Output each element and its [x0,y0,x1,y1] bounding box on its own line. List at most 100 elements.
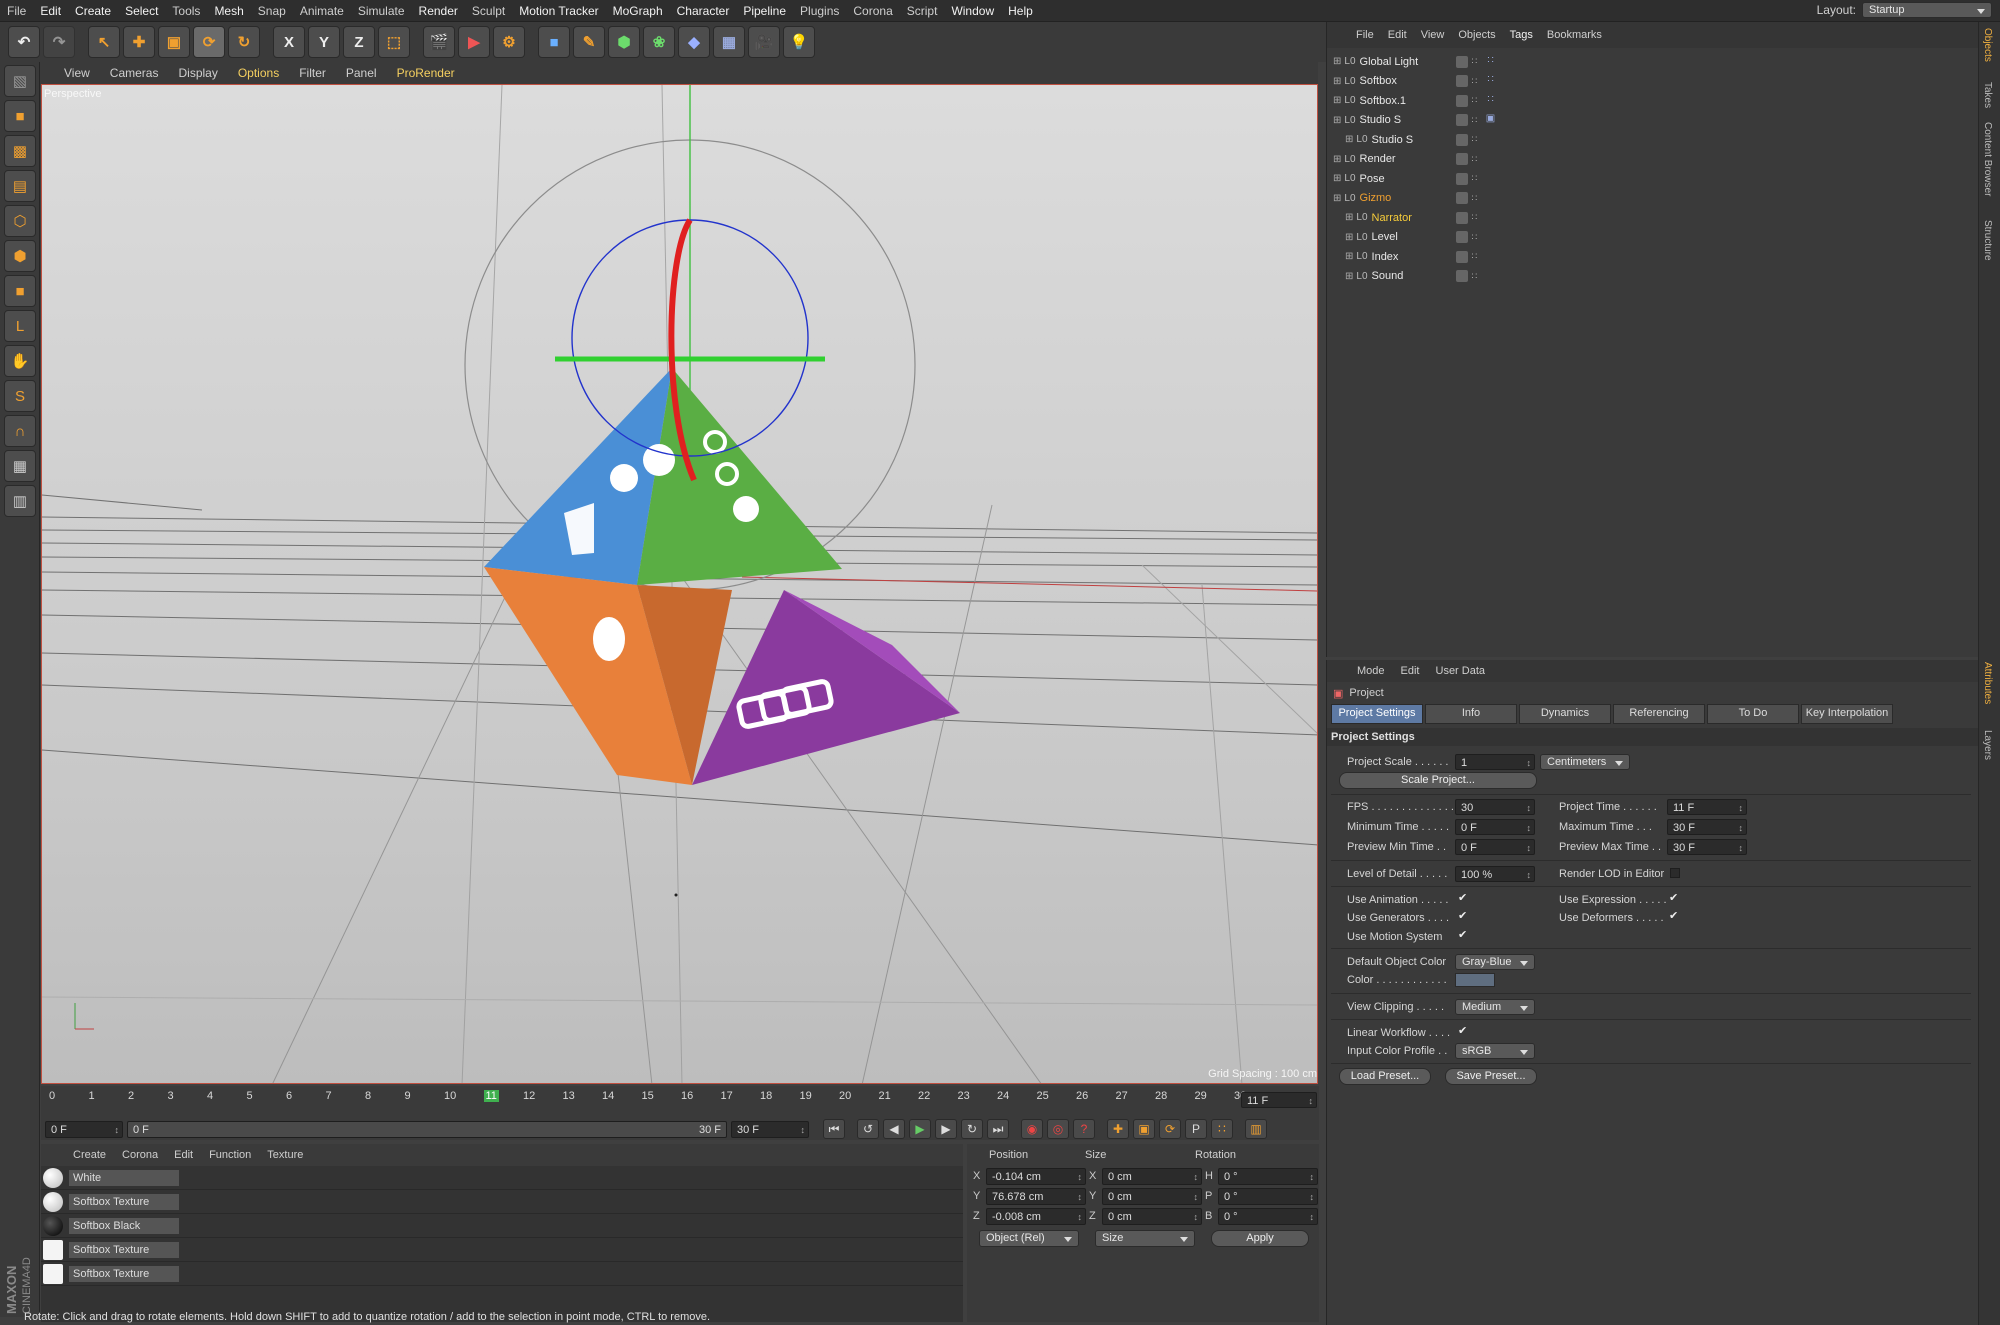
menu-tools[interactable]: Tools [165,4,207,18]
menu-simulate[interactable]: Simulate [351,4,412,18]
menu-help[interactable]: Help [1001,4,1040,18]
menu-corona[interactable]: Corona [846,4,899,18]
menu-mograph[interactable]: MoGraph [606,4,670,18]
menu-animate[interactable]: Animate [293,4,351,18]
viewport-scene[interactable] [42,85,1318,1084]
material-menu-edit[interactable]: Edit [166,1149,201,1161]
menu-script[interactable]: Script [900,4,945,18]
texture-mode-icon[interactable]: ▩ [4,135,36,167]
object-menu-file[interactable]: File [1349,29,1381,41]
layout-dropdown[interactable]: Startup [1862,2,1992,18]
object-row[interactable]: ⊞ L0 Softbox ∷ ∷ [1327,72,1978,92]
recent-tool-icon[interactable]: ↻ [228,26,260,58]
cube-primitive-icon[interactable]: ■ [538,26,570,58]
object-row[interactable]: ⊞ L0 Softbox.1 ∷ ∷ [1327,91,1978,111]
color-swatch[interactable] [1455,973,1495,987]
project-time-field[interactable]: 11 F [1667,799,1747,815]
object-tag-icon[interactable] [1484,211,1498,225]
expand-icon[interactable]: ⊞ [1333,76,1341,87]
render-dots-icon[interactable]: ∷ [1472,193,1478,204]
points-mode-icon[interactable]: ⬡ [4,205,36,237]
render-dots-icon[interactable]: ∷ [1472,134,1478,145]
menu-render[interactable]: Render [412,4,465,18]
tab-referencing[interactable]: Referencing [1613,704,1705,724]
expand-icon[interactable]: ⊞ [1345,251,1353,262]
rotation-field[interactable]: 0 ° [1218,1207,1318,1225]
object-tag-icon[interactable] [1484,172,1498,186]
menu-plugins[interactable]: Plugins [793,4,846,18]
object-tag-icon[interactable]: ∷ [1484,55,1498,69]
record-rotation-icon[interactable]: ⟳ [1159,1119,1181,1139]
visibility-toggle[interactable] [1455,231,1468,244]
render-dots-icon[interactable]: ∷ [1472,251,1478,262]
workplane-mode-icon[interactable]: ▤ [4,170,36,202]
object-menu-objects[interactable]: Objects [1451,29,1502,41]
object-row[interactable]: ⊞ L0 Render ∷ [1327,150,1978,170]
current-frame-field[interactable]: 11 F [1241,1092,1317,1108]
visibility-toggle[interactable] [1455,153,1468,166]
tab-attributes[interactable]: Attributes [1982,662,1993,704]
visibility-toggle[interactable] [1455,75,1468,88]
viewport-menu-display[interactable]: Display [168,66,227,80]
menu-select[interactable]: Select [118,4,165,18]
object-tag-icon[interactable] [1484,269,1498,283]
menu-create[interactable]: Create [68,4,118,18]
polygons-mode-icon[interactable]: ■ [4,275,36,307]
previous-key-icon[interactable]: ↺ [857,1119,879,1139]
preview-max-time-field[interactable]: 30 F [1667,839,1747,855]
visibility-toggle[interactable] [1455,250,1468,263]
object-row[interactable]: ⊞ L0 Narrator ∷ [1327,208,1978,228]
subdivision-generator-icon[interactable]: ⬢ [608,26,640,58]
keyframe-selection-icon[interactable]: ? [1073,1119,1095,1139]
render-dots-icon[interactable]: ∷ [1472,173,1478,184]
object-tag-icon[interactable] [1484,191,1498,205]
expand-icon[interactable]: ⊞ [1345,271,1353,282]
object-menu-tags[interactable]: Tags [1503,29,1540,41]
record-pla-icon[interactable]: ∷ [1211,1119,1233,1139]
make-editable-icon[interactable]: ▧ [4,65,36,97]
rotation-field[interactable]: 0 ° [1218,1187,1318,1205]
redo-icon[interactable]: ↷ [43,26,75,58]
position-field[interactable]: -0.008 cm [986,1207,1086,1225]
render-dots-icon[interactable]: ∷ [1472,115,1478,126]
expand-icon[interactable]: ⊞ [1333,193,1341,204]
minimum-time-field[interactable]: 0 F [1455,819,1535,835]
material-menu-create[interactable]: Create [65,1149,114,1161]
position-field[interactable]: -0.104 cm [986,1167,1086,1185]
preview-range-slider[interactable]: 0 F 30 F [127,1120,727,1138]
go-to-end-icon[interactable]: ⏭ [987,1119,1009,1139]
load-preset-button[interactable]: Load Preset... [1339,1068,1431,1085]
render-dots-icon[interactable]: ∷ [1472,76,1478,87]
render-dots-icon[interactable]: ∷ [1472,212,1478,223]
object-tag-icon[interactable] [1484,133,1498,147]
start-frame-field[interactable]: 0 F [45,1120,123,1138]
material-menu-function[interactable]: Function [201,1149,259,1161]
render-settings-icon[interactable]: ⚙ [493,26,525,58]
object-row[interactable]: ⊞ L0 Global Light ∷ ∷ [1327,52,1978,72]
scheme-menu-icon[interactable]: ▥ [1245,1119,1267,1139]
perspective-viewport[interactable] [41,84,1318,1084]
move-tool-icon[interactable]: ✚ [123,26,155,58]
tweak-mode-icon[interactable]: ✋ [4,345,36,377]
use-animation-checkbox[interactable]: ✔ [1458,891,1467,904]
visibility-toggle[interactable] [1455,192,1468,205]
expand-icon[interactable]: ⊞ [1333,154,1341,165]
visibility-toggle[interactable] [1455,114,1468,127]
object-row[interactable]: ⊞ L0 Studio S ∷ [1327,130,1978,150]
render-dots-icon[interactable]: ∷ [1472,271,1478,282]
model-mode-icon[interactable]: ■ [4,100,36,132]
select-tool-icon[interactable]: ↖ [88,26,120,58]
workplane-lock-icon[interactable]: ▦ [4,450,36,482]
use-deformers-checkbox[interactable]: ✔ [1669,909,1678,922]
tab-takes[interactable]: Takes [1982,82,1993,108]
object-row[interactable]: ⊞ L0 Level ∷ [1327,228,1978,248]
record-parameter-icon[interactable]: P [1185,1119,1207,1139]
tab-dynamics[interactable]: Dynamics [1519,704,1611,724]
apply-button[interactable]: Apply [1211,1230,1309,1247]
menu-snap[interactable]: Snap [251,4,293,18]
menu-pipeline[interactable]: Pipeline [736,4,793,18]
visibility-toggle[interactable] [1455,211,1468,224]
x-axis-lock-icon[interactable]: X [273,26,305,58]
size-field[interactable]: 0 cm [1102,1167,1202,1185]
object-menu-bookmarks[interactable]: Bookmarks [1540,29,1609,41]
